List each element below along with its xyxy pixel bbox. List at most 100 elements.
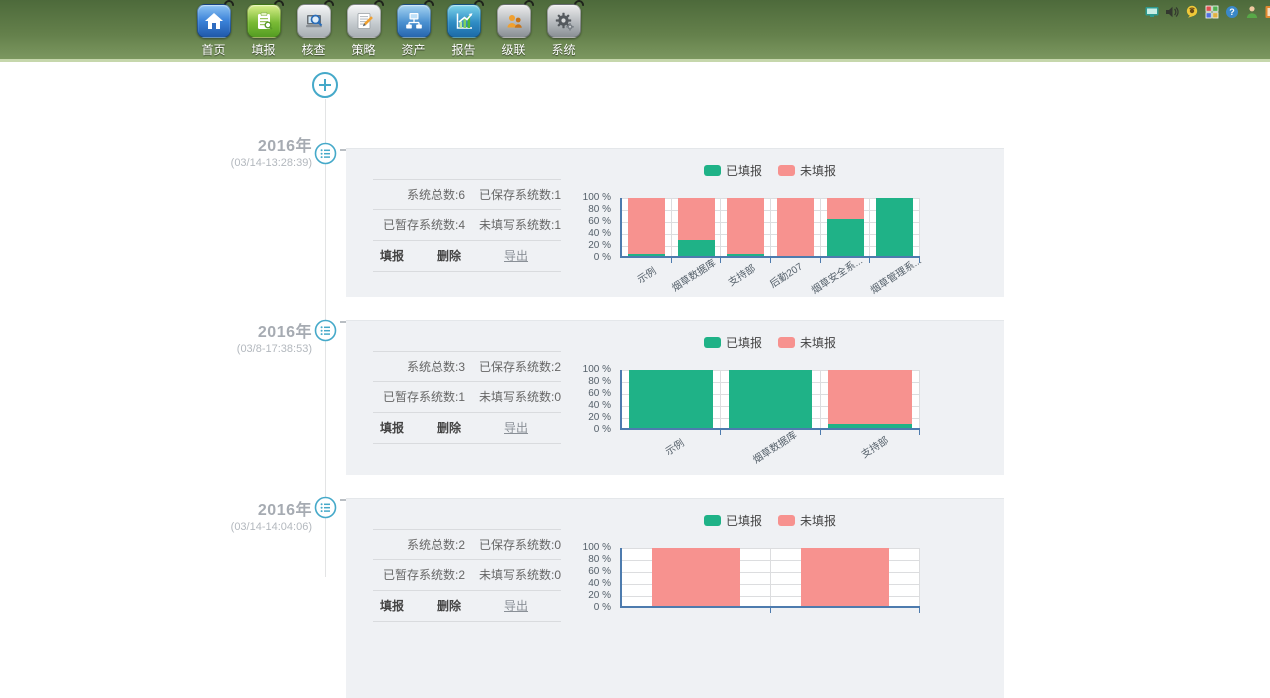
y-tick-label: 0 % [560,424,611,436]
y-tick-label: 0 % [560,252,611,264]
stat-value: 已保存系统数:1 [465,180,561,209]
legend-item[interactable]: 已填报 [704,334,762,351]
volume-icon[interactable] [1165,5,1179,19]
y-tick-label: 100 % [560,542,611,554]
bar-segment-filled [727,254,764,256]
bar-segment-unfilled [628,198,665,254]
fill-report-button[interactable]: 填报 [380,591,404,622]
bar-segment-unfilled [678,198,715,240]
nav-item-form[interactable]: 填报 [242,4,285,58]
chart-bar-cell [622,198,672,256]
system-tray: ? [1145,5,1270,19]
user-icon[interactable] [1245,5,1259,19]
report-card: 系统总数:2 已保存系统数:0 已暂存系统数:2 未填写系统数:0 填报 删除 … [346,498,1004,698]
x-tick-label [620,615,770,618]
entry-date: 2016年 (03/14-13:28:39) [132,132,312,169]
chart-bar-cell [771,548,920,606]
y-tick-label: 20 % [560,412,611,424]
stacked-bar [727,198,764,256]
nav-item-asset[interactable]: 资产 [392,4,435,58]
entry-date: 2016年 (03/14-14:04:06) [132,496,312,533]
chart-bar-cell [721,370,820,428]
stat-value: 未填写系统数:0 [465,560,561,590]
delete-button[interactable]: 删除 [437,591,461,622]
nav-item-inspect[interactable]: 核查 [292,4,335,58]
exit-icon[interactable] [1265,5,1270,19]
stat-value: 已保存系统数:2 [465,352,561,381]
apps-grid-icon[interactable] [1205,5,1219,19]
nav-label: 填报 [251,41,275,58]
stats-table: 系统总数:6 已保存系统数:1 已暂存系统数:4 未填写系统数:1 填报 删除 … [373,179,561,272]
y-tick-label: 20 % [560,590,611,602]
entry-timestamp: (03/8-17:38:53) [132,343,312,355]
nav-item-cascade[interactable]: 级联 [492,4,535,58]
legend-swatch [704,337,721,348]
legend-swatch [778,515,795,526]
chart-bar-cell [622,370,721,428]
stacked-bar [777,198,814,256]
add-entry-button[interactable] [311,71,339,99]
nav-label: 报告 [451,41,475,58]
stacked-bar [729,370,813,428]
delete-button[interactable]: 删除 [437,241,461,272]
legend-item[interactable]: 已填报 [704,162,762,179]
export-link[interactable]: 导出 [504,591,528,622]
stacked-bar [652,548,741,606]
stat-value: 未填写系统数:0 [465,382,561,412]
nav-label: 级联 [501,41,525,58]
chart-bar-cell [870,198,920,256]
stats-table: 系统总数:3 已保存系统数:2 已暂存系统数:1 未填写系统数:0 填报 删除 … [373,351,561,444]
legend-item[interactable]: 已填报 [704,512,762,529]
svg-text:?: ? [1229,7,1235,17]
chart-x-axis: 示例烟草数据库支持部 [620,437,920,455]
export-link[interactable]: 导出 [504,241,528,272]
timeline-node-icon[interactable] [314,496,337,519]
nav-item-system[interactable]: 系统 [542,4,585,58]
chart-legend: 已填报未填报 [620,512,920,529]
screen-share-icon[interactable] [1145,5,1159,19]
fill-report-button[interactable]: 填报 [380,413,404,444]
fill-report-button[interactable]: 填报 [380,241,404,272]
bar-segment-unfilled [777,198,814,256]
y-tick-label: 60 % [560,216,611,228]
legend-swatch [704,515,721,526]
stat-value: 已暂存系统数:2 [373,560,465,590]
timeline-node-icon[interactable] [314,319,337,342]
stacked-bar [876,198,913,256]
legend-label: 未填报 [800,334,836,351]
delete-button[interactable]: 删除 [437,413,461,444]
stacked-bar [828,370,912,428]
export-link[interactable]: 导出 [504,413,528,444]
bar-segment-filled [828,424,912,428]
legend-item[interactable]: 未填报 [778,512,836,529]
stacked-bar [678,198,715,256]
chart-bar-cell [622,548,771,606]
stats-row: 系统总数:6 已保存系统数:1 [373,179,561,210]
nav-item-report[interactable]: 报告 [442,4,485,58]
nav-item-strategy[interactable]: 策略 [342,4,385,58]
legend-item[interactable]: 未填报 [778,162,836,179]
chart-y-axis: 100 %80 %60 %40 %20 %0 % [560,192,616,264]
nav-item-home[interactable]: 首页 [192,4,235,58]
bar-segment-unfilled [652,548,741,606]
stacked-bar [801,548,890,606]
x-tick-label: 烟草安全系... [803,265,861,283]
y-tick-label: 100 % [560,192,611,204]
legend-item[interactable]: 未填报 [778,334,836,351]
stats-row: 已暂存系统数:1 未填写系统数:0 [373,382,561,413]
x-tick-label: 后勤207 [759,265,803,283]
help-icon[interactable]: ? [1225,5,1239,19]
timeline-node-icon[interactable] [314,142,337,165]
stat-value: 未填写系统数:1 [465,210,561,240]
entry-timestamp: (03/14-13:28:39) [132,157,312,169]
legend-label: 已填报 [726,334,762,351]
y-tick-label: 40 % [560,400,611,412]
entry-year: 2016年 [132,496,312,520]
x-tick-label: 烟草数据库 [720,437,820,455]
bar-segment-unfilled [727,198,764,254]
bar-segment-unfilled [827,198,864,219]
y-tick-label: 80 % [560,376,611,388]
legend-swatch [704,165,721,176]
messenger-icon[interactable] [1185,5,1199,19]
legend-swatch [778,337,795,348]
